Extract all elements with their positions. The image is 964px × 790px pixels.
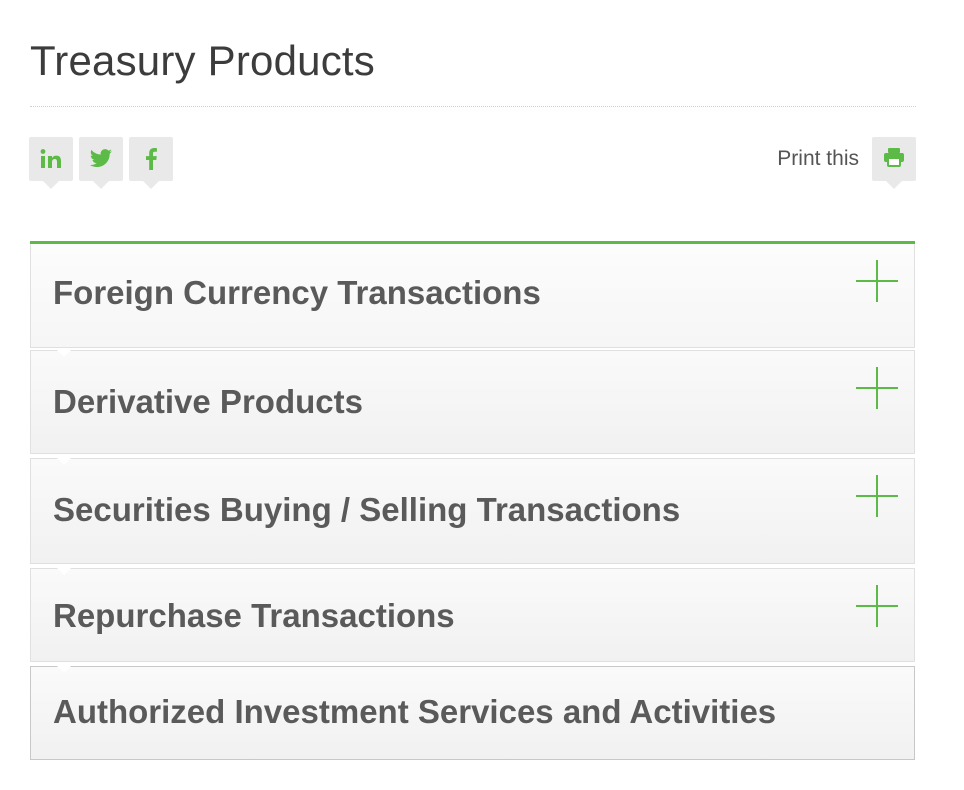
accordion-item-authorized-investment-services[interactable]: Authorized Investment Services and Activ… (30, 666, 915, 760)
plus-icon[interactable] (854, 365, 900, 411)
accordion-item-repurchase-transactions[interactable]: Repurchase Transactions (30, 568, 915, 662)
accordion-notch (57, 568, 71, 575)
accordion-notch (57, 458, 71, 465)
linkedin-share-button[interactable] (29, 137, 73, 189)
twitter-icon (89, 149, 113, 169)
accordion-item-foreign-currency[interactable]: Foreign Currency Transactions (30, 244, 915, 348)
plus-icon[interactable] (854, 258, 900, 304)
accordion-item-label: Authorized Investment Services and Activ… (53, 693, 777, 730)
accordion-item-label: Securities Buying / Selling Transactions (53, 491, 681, 528)
accordion-item-label: Derivative Products (53, 383, 363, 420)
print-label[interactable]: Print this (777, 137, 859, 181)
printer-icon (883, 147, 905, 172)
accordion-notch (57, 666, 71, 673)
page: Treasury Products Print this Foreign Cur… (0, 0, 964, 790)
accordion-item-label: Foreign Currency Transactions (53, 274, 541, 311)
facebook-share-button[interactable] (129, 137, 173, 189)
page-title: Treasury Products (30, 37, 375, 84)
plus-icon[interactable] (854, 583, 900, 629)
linkedin-icon (39, 148, 63, 170)
accordion-notch (57, 350, 71, 357)
print-button[interactable] (872, 137, 916, 189)
accordion: Foreign Currency Transactions Derivative… (30, 241, 915, 760)
title-divider (30, 106, 916, 107)
accordion-item-derivative-products[interactable]: Derivative Products (30, 350, 915, 454)
print-area: Print this (777, 137, 916, 189)
accordion-item-label: Repurchase Transactions (53, 597, 455, 634)
share-bar (29, 137, 173, 189)
plus-icon[interactable] (854, 473, 900, 519)
facebook-icon (144, 148, 158, 170)
accordion-item-securities-transactions[interactable]: Securities Buying / Selling Transactions (30, 458, 915, 564)
twitter-share-button[interactable] (79, 137, 123, 189)
